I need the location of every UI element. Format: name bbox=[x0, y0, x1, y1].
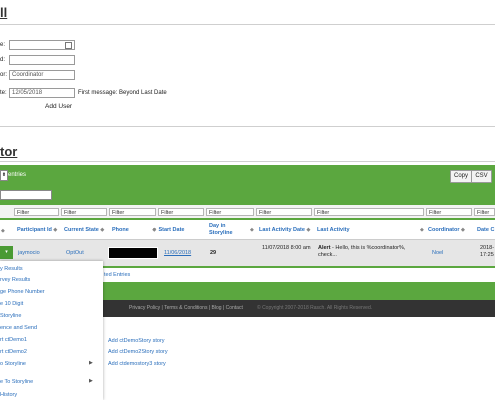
start-date-link[interactable]: 11/06/2018 bbox=[164, 250, 191, 257]
header-last-activity-date[interactable]: Last Activity Date ◆ bbox=[259, 227, 310, 234]
first-message-text: First message: Beyond Last Date bbox=[78, 90, 167, 96]
submenu-add-ctdemo2story[interactable]: Add ctDemo2Story story bbox=[108, 349, 168, 355]
id-input[interactable] bbox=[9, 55, 75, 65]
filter-current-state[interactable]: Filter bbox=[61, 208, 107, 216]
menu-item-to-storyline[interactable]: o Storyline bbox=[0, 361, 26, 367]
sort-icon[interactable]: ◆ bbox=[461, 227, 465, 233]
field-label-coordinator: or: bbox=[0, 72, 8, 78]
footer-copyright: © Copyright 2007-2018 Rasch. All Rights … bbox=[257, 305, 373, 311]
name-input[interactable] bbox=[9, 40, 75, 50]
sort-down-icon[interactable]: ▼ bbox=[152, 227, 157, 233]
filter-start-date[interactable]: Filter bbox=[158, 208, 204, 216]
filter-phone[interactable]: Filter bbox=[109, 208, 156, 216]
day-value: 29 bbox=[210, 250, 217, 256]
footer-links[interactable]: Privacy Policy | Terms & Conditions | Bl… bbox=[129, 305, 243, 311]
filter-placeholder: Filter bbox=[477, 210, 490, 216]
filter-last-activity[interactable]: Filter bbox=[314, 208, 424, 216]
participant-id-link[interactable]: jaymocio bbox=[18, 250, 40, 257]
filter-last-activity-date[interactable]: Filter bbox=[256, 208, 312, 216]
submenu-add-ctdemostory3[interactable]: Add ctdemostory3 story bbox=[108, 361, 166, 367]
entries-selector[interactable]: ⬍ bbox=[0, 170, 8, 181]
header-last-activity[interactable]: Last Activity bbox=[317, 227, 350, 234]
menu-item-survey-results[interactable]: y Results bbox=[0, 266, 23, 272]
header-select: ◆ bbox=[1, 228, 5, 234]
filter-placeholder: Filter bbox=[259, 210, 272, 216]
menu-item-start-ctdemo1[interactable]: rt ctDemo1 bbox=[0, 337, 27, 343]
entries-label: entries bbox=[8, 172, 27, 178]
filter-day[interactable]: Filter bbox=[206, 208, 254, 216]
menu-item-storyline[interactable]: Storyline bbox=[0, 313, 21, 319]
field-label-id: d: bbox=[0, 57, 6, 63]
menu-item-change-phone[interactable]: ge Phone Number bbox=[0, 289, 45, 295]
add-user-title: ll bbox=[0, 5, 8, 20]
header-day-in-storyline[interactable]: Day in Storyline bbox=[209, 223, 239, 237]
header-current-state[interactable]: Current State ◆ bbox=[64, 227, 104, 234]
filter-placeholder: Filter bbox=[317, 210, 330, 216]
date-c-value: 2018- 17:25 bbox=[480, 245, 495, 258]
coordinator-input[interactable]: Coordinator bbox=[9, 70, 75, 80]
menu-item-rvey-results[interactable]: rvey Results bbox=[0, 277, 30, 283]
menu-item-start-ctdemo2[interactable]: rt ctDemo2 bbox=[0, 349, 27, 355]
sort-icon[interactable]: ◆ bbox=[306, 227, 310, 233]
menu-item-sentence-send[interactable]: ence and Send bbox=[0, 325, 37, 331]
last-activity-value: Alert - Hello, this is %coordinator%, ch… bbox=[318, 245, 406, 258]
selected-entries-link[interactable]: ted Entries bbox=[104, 272, 130, 279]
sort-icon[interactable]: ◆ bbox=[53, 227, 57, 233]
field-label-name: e: bbox=[0, 42, 6, 48]
filter-placeholder: Filter bbox=[161, 210, 174, 216]
search-input[interactable] bbox=[0, 190, 52, 200]
calendar-icon[interactable] bbox=[65, 42, 72, 49]
divider bbox=[0, 161, 495, 162]
filter-participant-id[interactable]: Filter bbox=[14, 208, 59, 216]
date-input[interactable]: 12/05/2018 bbox=[9, 88, 75, 98]
submenu-arrow-icon: ▶ bbox=[89, 360, 93, 366]
csv-button[interactable]: CSV bbox=[471, 170, 492, 183]
header-coordinator[interactable]: Coordinator ◆ bbox=[428, 227, 465, 234]
field-label-date: te: bbox=[0, 90, 7, 96]
header-phone[interactable]: Phone ◆ bbox=[112, 227, 156, 234]
header-participant-id[interactable]: Participant Id ◆ bbox=[17, 227, 57, 234]
submenu-add-ctdemostory[interactable]: Add ctDemoStory story bbox=[108, 338, 165, 344]
divider bbox=[0, 24, 495, 25]
menu-item-10-digit[interactable]: e 10 Digit bbox=[0, 301, 23, 307]
row-menu-button[interactable]: ▾ bbox=[0, 246, 13, 259]
filter-placeholder: Filter bbox=[209, 210, 222, 216]
context-menu: y Results rvey Results ge Phone Number e… bbox=[0, 261, 103, 400]
filter-date-c[interactable]: Filter bbox=[474, 208, 495, 216]
divider bbox=[0, 126, 495, 127]
sort-icon[interactable]: ◆ bbox=[100, 227, 104, 233]
coordinator-link[interactable]: Noel bbox=[432, 250, 443, 257]
phone-redacted bbox=[108, 247, 158, 259]
last-activity-date-value: 11/07/2018 8:00 am bbox=[262, 245, 311, 251]
submenu-arrow-icon: ▶ bbox=[89, 378, 93, 384]
menu-item-history[interactable]: History bbox=[0, 392, 17, 398]
filter-placeholder: Filter bbox=[112, 210, 125, 216]
menu-item-move-to-storyline[interactable]: e To Storyline bbox=[0, 379, 33, 385]
filter-placeholder: Filter bbox=[17, 210, 30, 216]
sort-icon[interactable]: ◆ bbox=[420, 227, 424, 234]
header-date-c[interactable]: Date C bbox=[477, 227, 494, 234]
add-user-button[interactable]: Add User bbox=[45, 103, 72, 110]
sort-icon[interactable]: ◆ bbox=[250, 227, 254, 234]
header-start-date[interactable]: ▼ Start Date bbox=[152, 227, 184, 234]
filter-placeholder: Filter bbox=[429, 210, 442, 216]
coordinator-title: tor bbox=[0, 144, 18, 159]
filter-coordinator[interactable]: Filter bbox=[426, 208, 472, 216]
copy-button[interactable]: Copy bbox=[450, 170, 472, 183]
current-state-link[interactable]: OptOut bbox=[66, 250, 84, 257]
filter-placeholder: Filter bbox=[64, 210, 77, 216]
